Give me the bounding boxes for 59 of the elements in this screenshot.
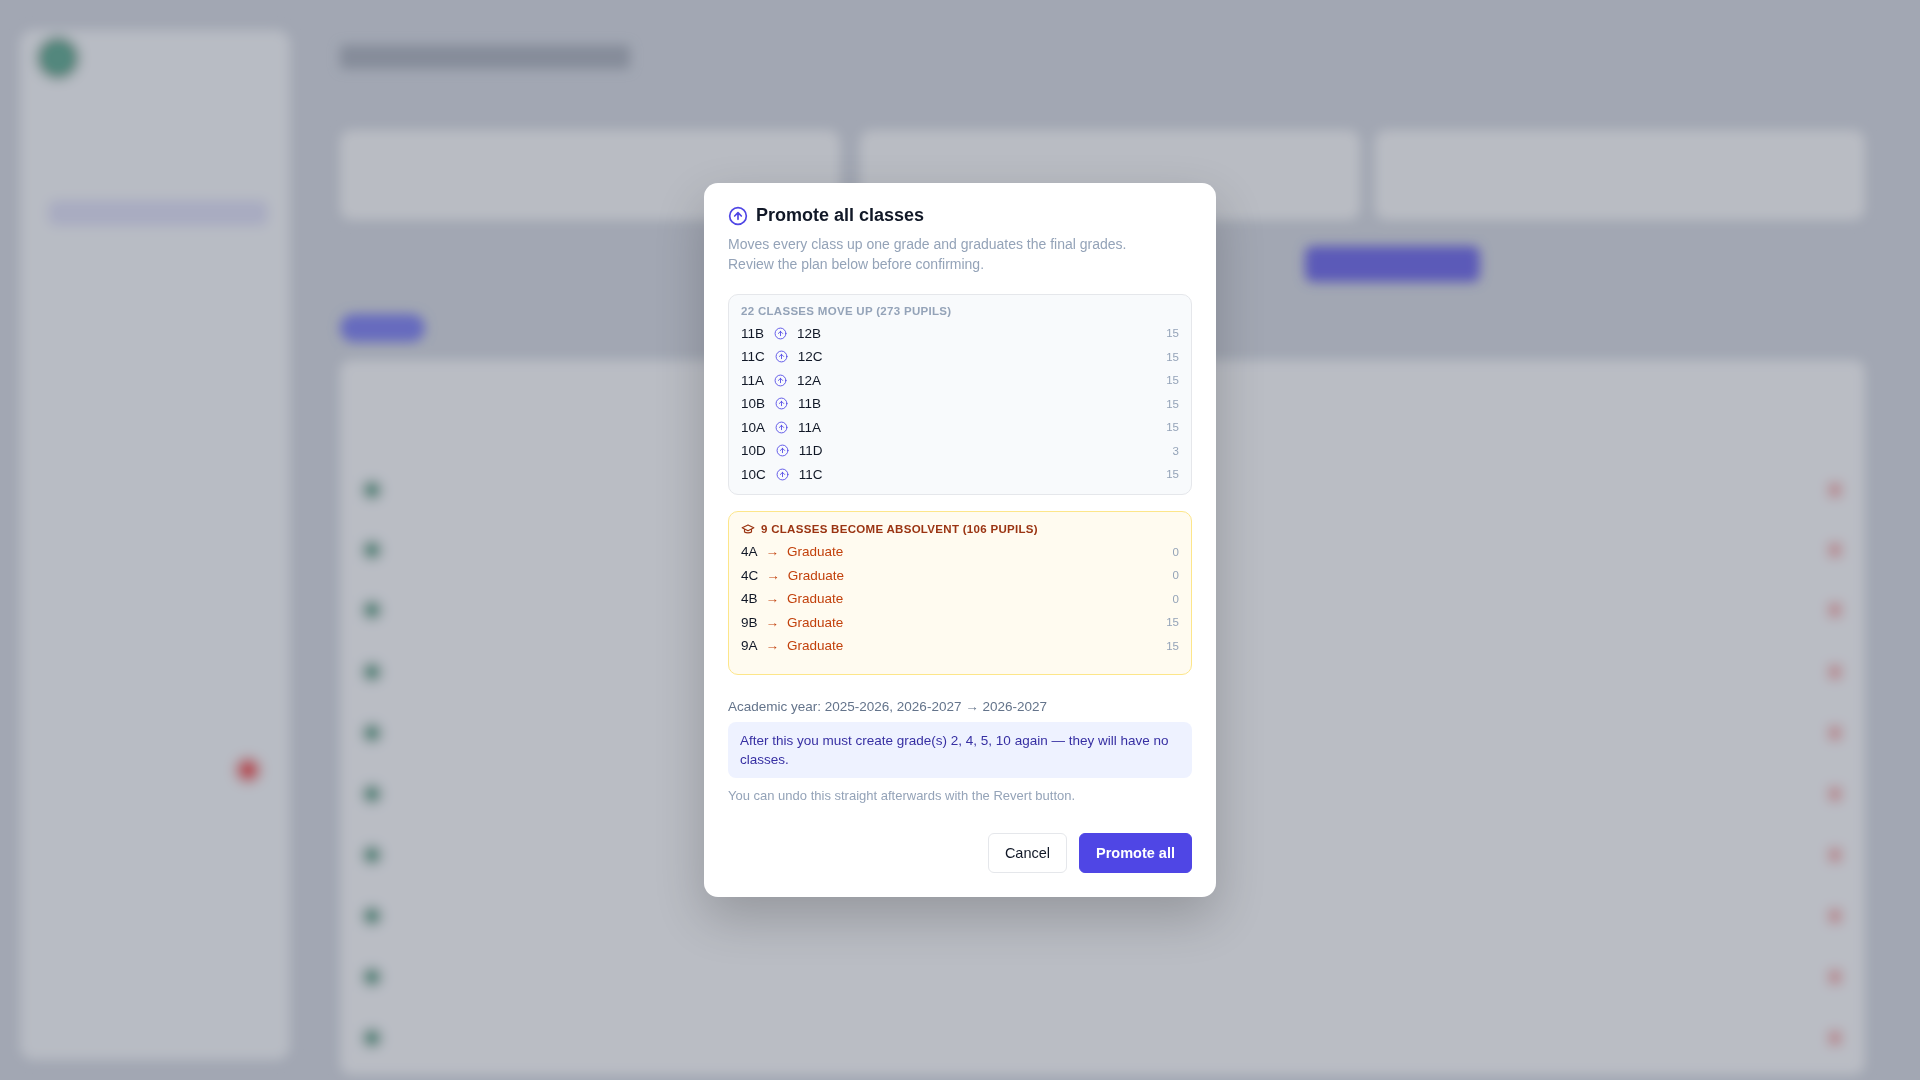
panel-heading: 9 CLASSES BECOME ABSOLVENT (106 PUPILS) <box>761 522 1038 535</box>
arrow-up-circle-icon <box>775 444 789 457</box>
pupil-count: 15 <box>1166 350 1179 363</box>
arrow-glyph: → <box>765 638 779 653</box>
pupil-count: 0 <box>1172 545 1179 558</box>
pupil-count: 15 <box>1166 468 1179 480</box>
graduate-label: Graduate <box>787 614 844 630</box>
pupil-count: 0 <box>1172 592 1179 605</box>
pupil-count: 15 <box>1166 374 1179 386</box>
class-code: 11D <box>798 443 823 458</box>
class-code: 11B <box>798 396 822 411</box>
arrow-glyph: → <box>765 544 779 559</box>
pupil-count: 3 <box>1172 444 1179 457</box>
pupil-count: 15 <box>1166 327 1179 339</box>
arrow-up-circle-icon <box>774 373 788 387</box>
graduate-label: Graduate <box>787 591 844 606</box>
class-code: 11C <box>741 349 765 364</box>
class-code: 10D <box>741 443 766 458</box>
pupil-count: 0 <box>1172 569 1179 581</box>
pupil-count: 15 <box>1166 397 1179 410</box>
arrow-up-circle-icon <box>775 397 789 410</box>
class-code: 12C <box>797 349 823 364</box>
graduate-label: Graduate <box>787 544 844 559</box>
notice-box: After this you must create grade(s) 2, 4, 5, 10 again — they will have no classes. <box>728 721 1192 778</box>
class-code: 9B <box>741 614 758 630</box>
class-code: 11A <box>798 419 822 435</box>
arrow-glyph: → <box>765 614 779 630</box>
arrow-up-circle-icon <box>775 467 789 481</box>
arrow-up-circle-icon <box>774 326 788 340</box>
class-code: 10B <box>741 396 766 411</box>
arrow-up-circle-icon <box>775 420 789 434</box>
class-code: 11C <box>798 466 823 482</box>
class-code: 12B <box>797 325 822 341</box>
class-code: 10A <box>741 419 766 435</box>
class-code: 11A <box>741 372 765 388</box>
academic-year-text: Academic year: 2025-2026, 2026-2027 → 2026-2027 <box>728 698 1048 714</box>
cancel-button[interactable]: Cancel <box>987 832 1068 873</box>
pupil-count: 15 <box>1166 616 1179 628</box>
arrow-glyph: → <box>765 591 779 606</box>
class-code: 4B <box>741 591 758 606</box>
class-code: 4A <box>741 544 758 559</box>
pupil-count: 15 <box>1166 639 1179 652</box>
class-code: 4C <box>741 567 759 583</box>
undo-note: You can undo this straight afterwards with the Revert button. <box>728 787 1077 803</box>
graduation-cap-icon <box>741 521 755 536</box>
pupil-count: 15 <box>1166 421 1179 433</box>
panel-heading: 22 CLASSES MOVE UP (273 PUPILS) <box>741 305 952 318</box>
class-code: 12A <box>797 372 822 388</box>
arrow-up-circle-icon <box>728 205 748 226</box>
promote-button[interactable]: Promote all <box>1079 832 1192 873</box>
class-code: 11B <box>741 325 765 341</box>
dialog-title: Promote all classes <box>756 205 925 227</box>
arrow-glyph: → <box>766 567 780 583</box>
class-code: 10C <box>741 466 766 482</box>
graduate-label: Graduate <box>787 638 844 653</box>
dialog-description: Moves every class up one grade and graduates the final grades. Review the plan below before confirming. <box>728 235 1128 275</box>
arrow-up-circle-icon <box>774 350 788 363</box>
graduate-label: Graduate <box>787 567 845 583</box>
class-code: 9A <box>741 638 758 653</box>
